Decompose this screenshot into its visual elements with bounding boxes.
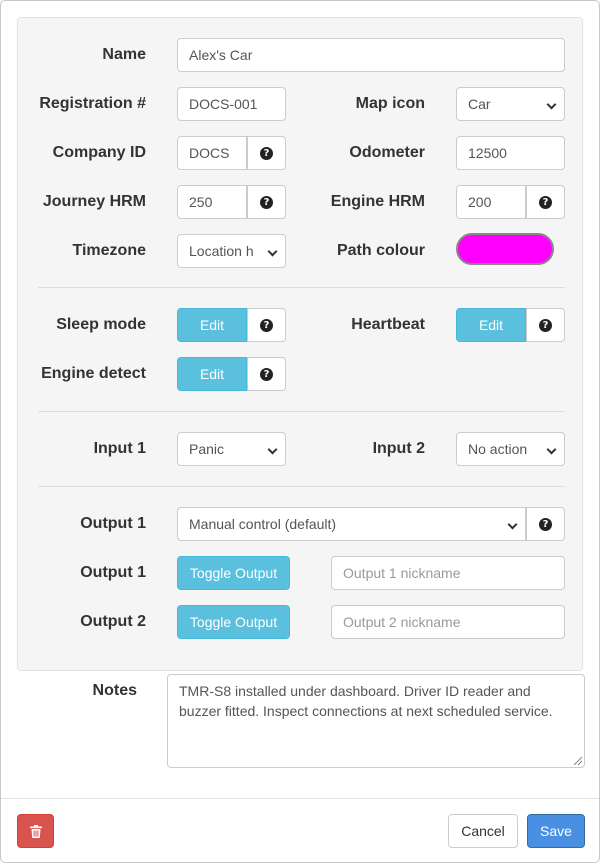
divider xyxy=(38,486,565,487)
output-2-toggle-label: Output 2 xyxy=(80,613,146,630)
output-2-nickname-input[interactable]: Output 2 nickname xyxy=(331,605,565,639)
name-label: Name xyxy=(102,46,146,63)
input-2-select-value: No action xyxy=(468,441,528,457)
heartbeat-label: Heartbeat xyxy=(351,316,425,333)
question-circle-icon: ? xyxy=(260,318,273,332)
journey-hrm-help-button[interactable]: ? xyxy=(247,185,286,219)
engine-detect-edit-button[interactable]: Edit xyxy=(177,357,247,391)
question-circle-icon: ? xyxy=(260,195,273,209)
question-circle-icon: ? xyxy=(539,195,552,209)
company-id-input[interactable]: DOCS xyxy=(177,136,247,170)
delete-button[interactable] xyxy=(17,814,54,848)
question-circle-icon: ? xyxy=(260,146,273,160)
path-colour-picker[interactable] xyxy=(456,233,554,265)
heartbeat-help-button[interactable]: ? xyxy=(526,308,565,342)
company-id-help-button[interactable]: ? xyxy=(247,136,286,170)
company-id-label: Company ID xyxy=(52,144,146,161)
odometer-label: Odometer xyxy=(349,144,425,161)
question-circle-icon: ? xyxy=(539,318,552,332)
registration-input[interactable]: DOCS-001 xyxy=(177,87,286,121)
edit-vehicle-modal: Name Alex's Car Registration # DOCS-001 … xyxy=(0,0,600,863)
odometer-input[interactable]: 12500 xyxy=(456,136,565,170)
divider xyxy=(38,411,565,412)
timezone-select-value: Location h xyxy=(189,243,254,259)
resize-grip-icon[interactable] xyxy=(574,757,582,765)
map-icon-select[interactable]: Car xyxy=(456,87,565,121)
map-icon-select-value: Car xyxy=(468,96,491,112)
name-input[interactable]: Alex's Car xyxy=(177,38,565,72)
sleep-mode-label: Sleep mode xyxy=(56,316,146,333)
engine-detect-help-button[interactable]: ? xyxy=(247,357,286,391)
sleep-mode-help-button[interactable]: ? xyxy=(247,308,286,342)
trash-icon xyxy=(29,824,42,838)
output-1-mode-select-value: Manual control (default) xyxy=(189,516,337,532)
timezone-label: Timezone xyxy=(72,242,147,259)
journey-hrm-input[interactable]: 250 xyxy=(177,185,247,219)
heartbeat-edit-button[interactable]: Edit xyxy=(456,308,526,342)
path-colour-label: Path colour xyxy=(336,242,425,259)
notes-textarea[interactable]: TMR-S8 installed under dashboard. Driver… xyxy=(167,674,585,768)
input-2-label: Input 2 xyxy=(372,440,425,457)
output-1-help-button[interactable]: ? xyxy=(526,507,565,541)
save-button[interactable]: Save xyxy=(527,814,585,848)
output-2-toggle-button[interactable]: Toggle Output xyxy=(177,605,290,639)
engine-hrm-help-button[interactable]: ? xyxy=(526,185,565,219)
output-1-mode-select[interactable]: Manual control (default) xyxy=(177,507,526,541)
output-1-toggle-label: Output 1 xyxy=(80,564,146,581)
input-1-select[interactable]: Panic xyxy=(177,432,286,466)
input-2-select[interactable]: No action xyxy=(456,432,565,466)
divider xyxy=(38,287,565,288)
footer-divider xyxy=(1,798,599,799)
notes-text: TMR-S8 installed under dashboard. Driver… xyxy=(179,683,553,719)
output-1-nickname-input[interactable]: Output 1 nickname xyxy=(331,556,565,590)
map-icon-label: Map icon xyxy=(355,95,425,112)
input-1-label: Input 1 xyxy=(93,440,146,457)
timezone-select[interactable]: Location h xyxy=(177,234,286,268)
question-circle-icon: ? xyxy=(260,367,273,381)
cancel-button[interactable]: Cancel xyxy=(448,814,518,848)
engine-detect-label: Engine detect xyxy=(41,365,146,382)
registration-label: Registration # xyxy=(39,95,146,112)
engine-hrm-label: Engine HRM xyxy=(330,193,425,210)
journey-hrm-label: Journey HRM xyxy=(42,193,146,210)
question-circle-icon: ? xyxy=(539,517,552,531)
sleep-mode-edit-button[interactable]: Edit xyxy=(177,308,247,342)
input-1-select-value: Panic xyxy=(189,441,225,457)
notes-label: Notes xyxy=(92,682,137,699)
output-1-toggle-button[interactable]: Toggle Output xyxy=(177,556,290,590)
vehicle-settings-panel: Name Alex's Car Registration # DOCS-001 … xyxy=(17,17,583,671)
engine-hrm-input[interactable]: 200 xyxy=(456,185,526,219)
output-1-mode-label: Output 1 xyxy=(80,515,146,532)
